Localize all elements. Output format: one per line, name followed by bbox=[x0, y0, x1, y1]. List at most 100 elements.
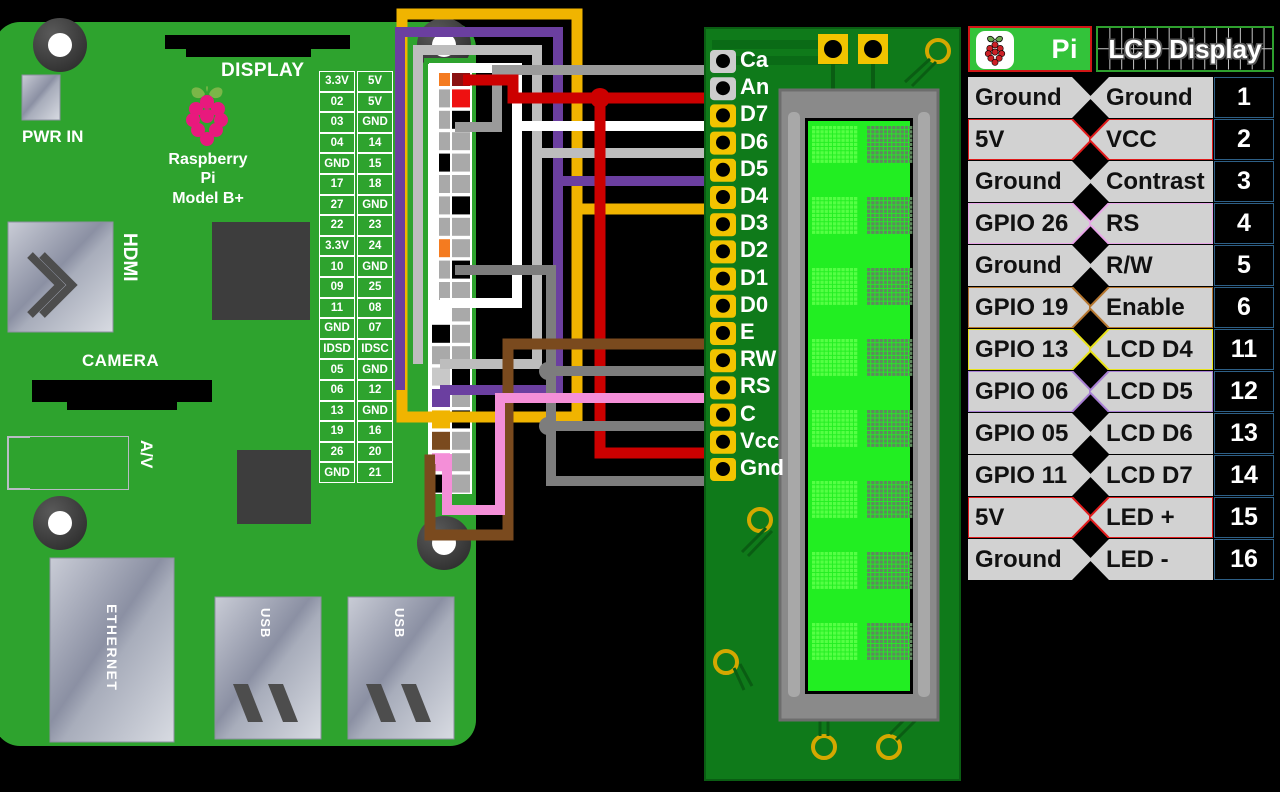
lcd-pixel bbox=[816, 485, 820, 489]
pi-pin-cell[interactable]: GPIO 05 bbox=[968, 413, 1092, 454]
lcd-pixel bbox=[888, 502, 892, 506]
pi-pin-cell[interactable]: Ground bbox=[968, 539, 1092, 580]
lcd-pixel bbox=[909, 577, 913, 581]
lcd-pin-cell[interactable]: LCD D6 bbox=[1089, 413, 1213, 454]
lcd-pixel bbox=[820, 301, 824, 305]
pi-pin-cell[interactable]: 5V bbox=[968, 497, 1092, 538]
lcd-pixel bbox=[849, 560, 854, 564]
lcd-pin-cell[interactable]: LCD D4 bbox=[1089, 329, 1213, 370]
lcd-pixel bbox=[841, 297, 845, 301]
table-row[interactable]: GPIO 13 LCD D4 11 bbox=[968, 329, 1274, 370]
lcd-pixel bbox=[879, 577, 883, 581]
lcd-pixel bbox=[828, 226, 833, 230]
lcd-pixel bbox=[841, 151, 845, 155]
pi-pin-cell[interactable]: GPIO 26 bbox=[968, 203, 1092, 244]
lcd-pixel bbox=[820, 205, 824, 209]
lcd-pin-cell[interactable]: LED - bbox=[1089, 539, 1213, 580]
lcd-pixel bbox=[833, 435, 837, 439]
lcd-pixel bbox=[828, 134, 833, 138]
table-row[interactable]: GPIO 19 Enable 6 bbox=[968, 287, 1274, 328]
lcd-pixel bbox=[896, 151, 900, 155]
lcd-pixel bbox=[867, 485, 871, 489]
lcd-pin-cell[interactable]: Enable bbox=[1089, 287, 1213, 328]
lcd-pixel bbox=[828, 506, 833, 510]
lcd-pixel bbox=[896, 652, 900, 656]
lcd-pixel bbox=[875, 431, 879, 435]
pi-pin-cell[interactable]: Ground bbox=[968, 77, 1092, 118]
lcd-pixel bbox=[883, 493, 888, 497]
lcd-pixel bbox=[896, 201, 900, 205]
lcd-pixel bbox=[867, 497, 871, 502]
lcd-pin-number: 1 bbox=[1237, 83, 1251, 111]
lcd-pixel bbox=[854, 506, 858, 510]
table-row[interactable]: 5V VCC 2 bbox=[968, 119, 1274, 160]
lcd-pin-cell[interactable]: RS bbox=[1089, 203, 1213, 244]
table-row[interactable]: GPIO 05 LCD D6 13 bbox=[968, 413, 1274, 454]
pi-pin-cell[interactable]: GPIO 06 bbox=[968, 371, 1092, 412]
lcd-pixel bbox=[892, 368, 896, 372]
lcd-pin-cell[interactable]: Ground bbox=[1089, 77, 1213, 118]
table-row[interactable]: Ground Ground 1 bbox=[968, 77, 1274, 118]
lcd-pixel bbox=[875, 343, 879, 347]
lcd-pixel bbox=[867, 142, 871, 147]
table-row[interactable]: 5V LED +15 bbox=[968, 497, 1274, 538]
lcd-pixel bbox=[816, 564, 820, 568]
pi-pin-label: 5V bbox=[975, 125, 1005, 153]
lcd-pixel bbox=[896, 126, 900, 130]
lcd-pixel bbox=[845, 510, 849, 514]
lcd-pixel bbox=[828, 435, 833, 439]
lcd-pixel bbox=[871, 339, 875, 343]
table-row[interactable]: Ground LED -16 bbox=[968, 539, 1274, 580]
lcd-pixel bbox=[909, 147, 913, 151]
lcd-pixel bbox=[900, 489, 904, 493]
lcd-pixel bbox=[854, 564, 858, 568]
table-row[interactable]: GPIO 26 RS 4 bbox=[968, 203, 1274, 244]
lcd-pixel bbox=[816, 481, 820, 485]
pi-pin-cell[interactable]: GPIO 13 bbox=[968, 329, 1092, 370]
lcd-pixel bbox=[820, 581, 824, 585]
table-row[interactable]: Ground R/W 5 bbox=[968, 245, 1274, 286]
lcd-pixel bbox=[828, 639, 833, 644]
lcd-pixel bbox=[867, 410, 871, 414]
lcd-pixel bbox=[816, 497, 820, 502]
lcd-pixel bbox=[888, 644, 892, 648]
lcd-pixel bbox=[875, 138, 879, 142]
table-row[interactable]: Ground Contrast 3 bbox=[968, 161, 1274, 202]
lcd-pixel bbox=[816, 627, 820, 631]
lcd-pixel bbox=[892, 556, 896, 560]
lcd-pin-cell[interactable]: R/W bbox=[1089, 245, 1213, 286]
lcd-pixel bbox=[883, 489, 888, 493]
lcd-pixel bbox=[896, 268, 900, 272]
pi-pin-cell[interactable]: 5V bbox=[968, 119, 1092, 160]
lcd-pixel bbox=[867, 213, 871, 218]
lcd-pin-cell[interactable]: LCD D7 bbox=[1089, 455, 1213, 496]
lcd-pin-number: 4 bbox=[1237, 209, 1251, 237]
lcd-pixel bbox=[841, 431, 845, 435]
pi-pin-cell[interactable]: Ground bbox=[968, 161, 1092, 202]
lcd-pin-cell[interactable]: Contrast bbox=[1089, 161, 1213, 202]
pi-pin-cell[interactable]: GPIO 11 bbox=[968, 455, 1092, 496]
lcd-pixel bbox=[896, 347, 900, 351]
gpio-row: 05 GND bbox=[318, 359, 394, 380]
lcd-pixel bbox=[892, 581, 896, 585]
lcd-pixel bbox=[845, 368, 849, 372]
lcd-pin-number-cell: 1 bbox=[1214, 77, 1274, 118]
lcd-pixel bbox=[837, 372, 841, 376]
lcd-pixel bbox=[854, 272, 858, 276]
table-row[interactable]: GPIO 06 LCD D5 12 bbox=[968, 371, 1274, 412]
lcd-pixel bbox=[837, 268, 841, 272]
lcd-pin-cell[interactable]: LCD D5 bbox=[1089, 371, 1213, 412]
lcd-pixel bbox=[879, 573, 883, 577]
pi-pin-cell[interactable]: GPIO 19 bbox=[968, 287, 1092, 328]
lcd-pixel bbox=[828, 268, 833, 272]
lcd-pixel bbox=[837, 213, 841, 218]
table-row[interactable]: GPIO 11 LCD D7 14 bbox=[968, 455, 1274, 496]
pi-pin-cell[interactable]: Ground bbox=[968, 245, 1092, 286]
lcd-pixel bbox=[871, 414, 875, 418]
lcd-pixel bbox=[883, 297, 888, 301]
lcd-pixel bbox=[896, 639, 900, 644]
lcd-pixel bbox=[900, 218, 904, 222]
lcd-pixel bbox=[812, 289, 816, 293]
lcd-pin-cell[interactable]: VCC bbox=[1089, 119, 1213, 160]
lcd-pin-cell[interactable]: LED + bbox=[1089, 497, 1213, 538]
